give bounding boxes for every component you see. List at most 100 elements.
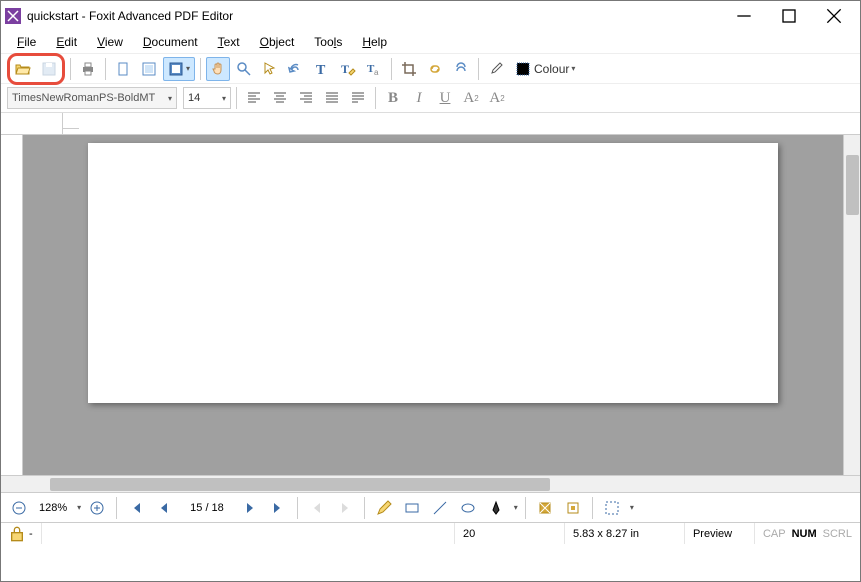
text-edit-button[interactable]: T — [336, 57, 360, 81]
clip-out-button[interactable] — [533, 496, 557, 520]
canvas[interactable] — [23, 135, 843, 475]
line-tool-button[interactable] — [428, 496, 452, 520]
align-justify-button[interactable] — [320, 86, 344, 110]
scrollbar-thumb[interactable] — [846, 155, 859, 215]
align-center-icon — [272, 90, 288, 106]
eyedropper-icon — [488, 61, 504, 77]
format-toolbar: TimesNewRomanPS-BoldMT▾ 14▾ B I U A2 A2 — [1, 83, 860, 113]
navigation-bar: 128% ▾ 15 / 18 ▾ ▾ — [1, 492, 860, 522]
text-tool-button[interactable]: T — [310, 57, 334, 81]
magnifier-icon — [236, 61, 252, 77]
hand-tool-button[interactable] — [206, 57, 230, 81]
italic-button[interactable]: I — [407, 86, 431, 110]
title-bar: quickstart - Foxit Advanced PDF Editor — [1, 1, 860, 31]
save-icon — [41, 61, 57, 77]
horizontal-scrollbar[interactable] — [1, 475, 860, 492]
shape-dropdown[interactable]: ▾ — [514, 503, 518, 512]
status-scrl: SCRL — [821, 523, 860, 544]
close-button[interactable] — [811, 1, 856, 31]
pen-tool-button[interactable] — [484, 496, 508, 520]
vertical-scrollbar[interactable] — [843, 135, 860, 475]
font-size-select[interactable]: 14▾ — [183, 87, 231, 109]
undo-button[interactable] — [284, 57, 308, 81]
menu-help[interactable]: Help — [354, 33, 395, 51]
font-select[interactable]: TimesNewRomanPS-BoldMT▾ — [7, 87, 177, 109]
status-bar: - 20 5.83 x 8.27 in Preview CAP NUM SCRL — [1, 522, 860, 544]
select-area-button[interactable] — [600, 496, 624, 520]
next-page-button[interactable] — [238, 496, 262, 520]
menu-document[interactable]: Document — [135, 33, 206, 51]
ellipse-icon — [460, 500, 476, 516]
page[interactable] — [88, 143, 778, 403]
page-indicator: 15 / 18 — [180, 502, 234, 514]
undo-icon — [288, 61, 304, 77]
main-toolbar: ▾ T T Ta Colour ▾ — [1, 53, 860, 83]
clip-in-icon — [565, 500, 581, 516]
print-button[interactable] — [76, 57, 100, 81]
crop-icon — [401, 61, 417, 77]
menu-file[interactable]: File — [9, 33, 44, 51]
maximize-button[interactable] — [766, 1, 811, 31]
align-force-justify-button[interactable] — [346, 86, 370, 110]
menu-bar: File Edit View Document Text Object Tool… — [1, 31, 860, 53]
crop-button[interactable] — [397, 57, 421, 81]
fit-visible-button[interactable]: ▾ — [163, 57, 195, 81]
align-right-button[interactable] — [294, 86, 318, 110]
nav-back-button[interactable] — [305, 496, 329, 520]
redo-path-button[interactable] — [449, 57, 473, 81]
link-button[interactable] — [423, 57, 447, 81]
hscrollbar-thumb[interactable] — [50, 478, 550, 491]
superscript-button[interactable]: A2 — [459, 86, 483, 110]
first-page-button[interactable] — [124, 496, 148, 520]
back-icon — [309, 500, 325, 516]
text-format-button[interactable]: Ta — [362, 57, 386, 81]
ellipse-tool-button[interactable] — [456, 496, 480, 520]
svg-text:T: T — [341, 62, 349, 76]
bold-button[interactable]: B — [381, 86, 405, 110]
forward-icon — [337, 500, 353, 516]
last-page-button[interactable] — [266, 496, 290, 520]
workspace: 012 — [1, 135, 860, 475]
ruler-ticks-icon: 012 345 6 — [63, 113, 79, 129]
select-tool-button[interactable] — [258, 57, 282, 81]
nav-forward-button[interactable] — [333, 496, 357, 520]
fit-page-button[interactable] — [111, 57, 135, 81]
menu-edit[interactable]: Edit — [48, 33, 85, 51]
zoom-tool-button[interactable] — [232, 57, 256, 81]
link-icon — [427, 61, 443, 77]
menu-tools[interactable]: Tools — [306, 33, 350, 51]
clip-in-button[interactable] — [561, 496, 585, 520]
menu-view[interactable]: View — [89, 33, 131, 51]
prev-page-button[interactable] — [152, 496, 176, 520]
minimize-button[interactable] — [721, 1, 766, 31]
folder-open-icon — [15, 61, 31, 77]
horizontal-ruler: 012 345 6 — [1, 113, 860, 135]
underline-button[interactable]: U — [433, 86, 457, 110]
last-icon — [270, 500, 286, 516]
pencil-tool-button[interactable] — [372, 496, 396, 520]
hand-icon — [210, 61, 226, 77]
align-center-button[interactable] — [268, 86, 292, 110]
fit-width-button[interactable] — [137, 57, 161, 81]
open-button[interactable] — [11, 57, 35, 81]
lock-icon — [9, 526, 25, 542]
subscript-button[interactable]: A2 — [485, 86, 509, 110]
printer-icon — [80, 61, 96, 77]
colour-button[interactable]: Colour ▾ — [510, 57, 580, 81]
page-icon — [115, 61, 131, 77]
zoom-out-button[interactable] — [7, 496, 31, 520]
next-icon — [242, 500, 258, 516]
select-dropdown[interactable]: ▾ — [630, 503, 634, 512]
zoom-dropdown[interactable]: ▾ — [77, 503, 81, 512]
page-fit-icon — [168, 61, 184, 77]
svg-text:a: a — [374, 68, 379, 77]
menu-text[interactable]: Text — [210, 33, 248, 51]
save-button[interactable] — [37, 57, 61, 81]
pencil-icon — [376, 500, 392, 516]
rect-tool-button[interactable] — [400, 496, 424, 520]
eyedropper-button[interactable] — [484, 57, 508, 81]
zoom-in-button[interactable] — [85, 496, 109, 520]
vertical-ruler: 012 — [1, 135, 23, 475]
align-left-button[interactable] — [242, 86, 266, 110]
menu-object[interactable]: Object — [252, 33, 303, 51]
